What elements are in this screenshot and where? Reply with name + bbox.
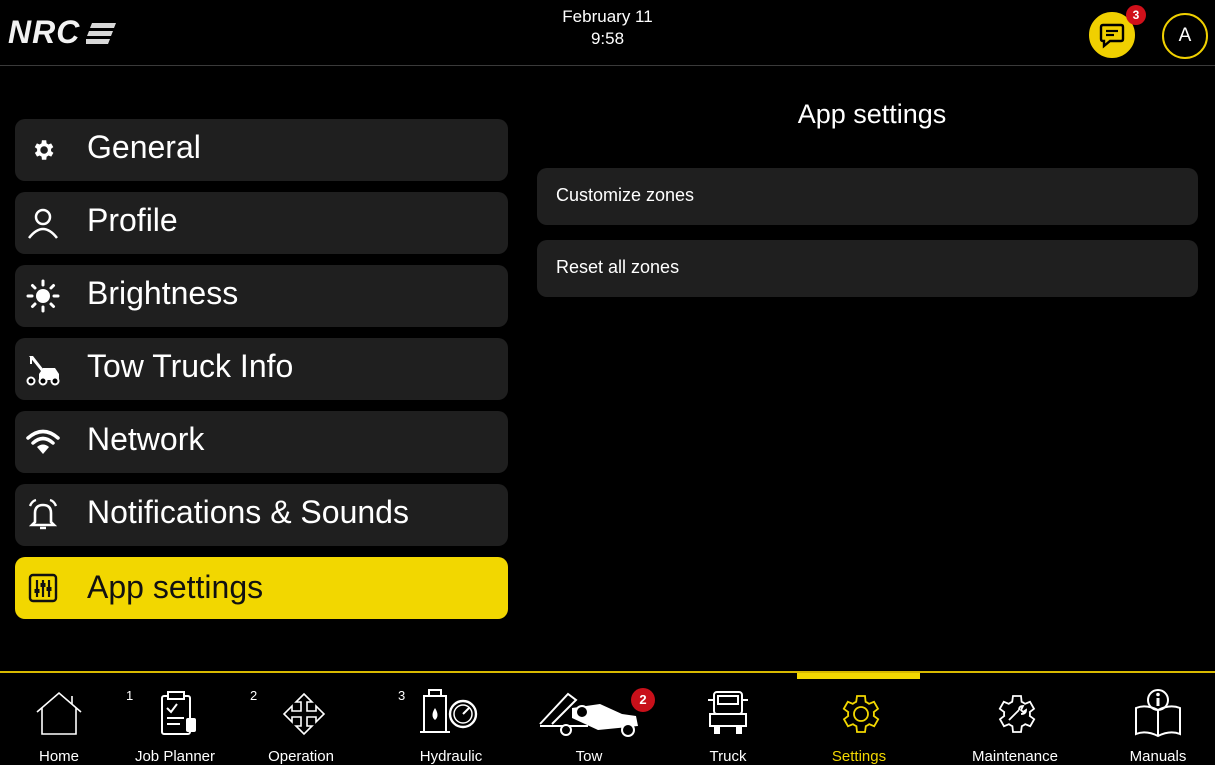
time-text: 9:58 bbox=[590, 29, 625, 48]
top-bar: NRC February 11 9:58 bbox=[0, 0, 1215, 66]
menu-item-notifications[interactable]: Notifications & Sounds bbox=[15, 484, 508, 546]
reset-all-zones-label: Reset all zones bbox=[556, 257, 680, 277]
nav-label-settings: Settings bbox=[831, 748, 887, 765]
menu-item-profile[interactable]: Profile bbox=[15, 192, 508, 254]
messages-badge: 3 bbox=[1126, 5, 1146, 25]
sliders-icon bbox=[25, 570, 61, 606]
clipboard-icon bbox=[161, 691, 196, 735]
nav-label-truck: Truck bbox=[709, 748, 747, 765]
menu-label-profile: Profile bbox=[87, 202, 178, 238]
truck-front-icon bbox=[708, 691, 748, 734]
menu-item-brightness[interactable]: Brightness bbox=[15, 265, 508, 327]
nav-hydraulic[interactable]: 3 Hydraulic bbox=[396, 676, 506, 765]
chat-icon bbox=[1099, 23, 1125, 49]
gear-icon bbox=[25, 132, 61, 168]
logo-text: NRC bbox=[8, 14, 81, 50]
tow-truck-icon bbox=[25, 351, 61, 387]
date-time: February 11 9:58 bbox=[540, 6, 675, 50]
nav-label-maintenance: Maintenance bbox=[972, 748, 1058, 765]
nav-label-home: Home bbox=[38, 748, 79, 765]
nav-home[interactable]: Home bbox=[22, 676, 96, 765]
menu-label-network: Network bbox=[87, 421, 205, 457]
wrench-gear-icon bbox=[998, 695, 1036, 733]
menu-label-notifications: Notifications & Sounds bbox=[87, 494, 409, 530]
user-icon bbox=[25, 205, 61, 241]
customize-zones-label: Customize zones bbox=[556, 185, 695, 205]
nav-truck[interactable]: Truck bbox=[690, 676, 766, 765]
date-text: February 11 bbox=[562, 7, 653, 26]
manual-book-icon bbox=[1135, 689, 1181, 738]
settings-gear-icon bbox=[842, 695, 880, 733]
nav-settings[interactable]: Settings bbox=[800, 676, 918, 765]
sun-icon bbox=[25, 278, 61, 314]
brand-logo: NRC bbox=[8, 14, 117, 51]
nav-label-operation: Operation bbox=[268, 748, 334, 765]
nav-label-manuals: Manuals bbox=[1129, 748, 1187, 765]
settings-menu: General Profile Brightness Tow Truck Inf… bbox=[15, 119, 508, 630]
nav-number-operation: 2 bbox=[250, 688, 258, 703]
move-arrows-icon bbox=[282, 692, 326, 736]
customize-zones-row[interactable]: Customize zones bbox=[537, 168, 1198, 225]
nav-operation[interactable]: 2 Operation bbox=[246, 676, 356, 765]
nav-label-tow: Tow bbox=[575, 748, 603, 765]
nav-job-planner[interactable]: 1 Job Planner bbox=[120, 676, 230, 765]
menu-item-tow-truck-info[interactable]: Tow Truck Info bbox=[15, 338, 508, 400]
hydraulic-gauge-icon bbox=[420, 689, 478, 733]
avatar[interactable]: A bbox=[1162, 13, 1208, 59]
menu-label-app-settings: App settings bbox=[87, 569, 264, 605]
nav-tow[interactable]: Tow bbox=[534, 676, 644, 765]
nav-label-job-planner: Job Planner bbox=[134, 748, 216, 765]
logo-stripes-icon bbox=[86, 22, 117, 44]
nav-number-job-planner: 1 bbox=[126, 688, 134, 703]
nav-number-hydraulic: 3 bbox=[398, 688, 406, 703]
panel-title: App settings bbox=[797, 99, 947, 129]
tow-badge: 2 bbox=[631, 688, 655, 712]
menu-label-general: General bbox=[87, 129, 201, 165]
bell-icon bbox=[25, 497, 61, 533]
nav-label-hydraulic: Hydraulic bbox=[419, 748, 483, 765]
home-icon bbox=[36, 691, 82, 735]
menu-item-network[interactable]: Network bbox=[15, 411, 508, 473]
menu-item-app-settings[interactable]: App settings bbox=[15, 557, 508, 619]
wifi-icon bbox=[25, 424, 61, 460]
nav-maintenance[interactable]: Maintenance bbox=[960, 676, 1070, 765]
nav-manuals[interactable]: Manuals bbox=[1118, 676, 1198, 765]
menu-label-tow-truck-info: Tow Truck Info bbox=[87, 348, 294, 384]
tow-icon bbox=[539, 692, 638, 737]
menu-label-brightness: Brightness bbox=[87, 275, 239, 311]
reset-all-zones-row[interactable]: Reset all zones bbox=[537, 240, 1198, 297]
menu-item-general[interactable]: General bbox=[15, 119, 508, 181]
